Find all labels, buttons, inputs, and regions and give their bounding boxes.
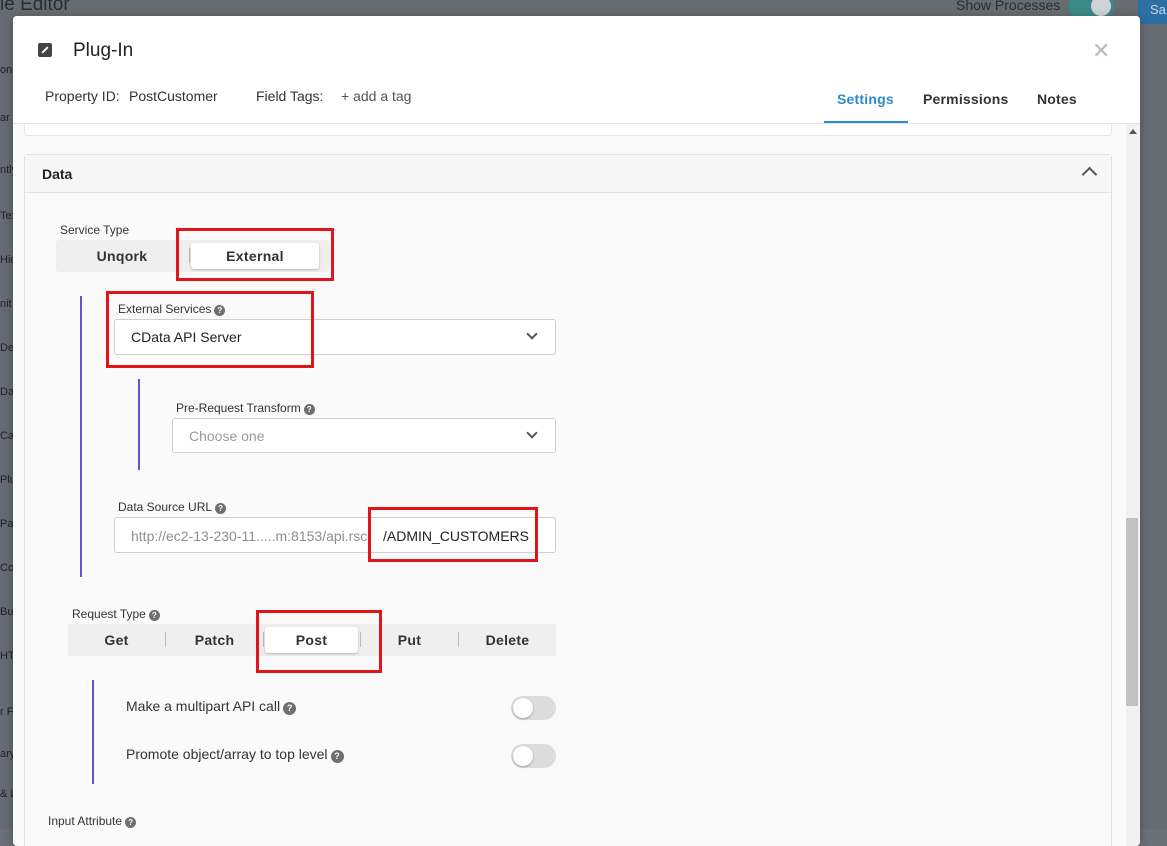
external-link-icon: [38, 43, 52, 57]
segment-divider: [189, 248, 190, 263]
external-services-value: CData API Server: [131, 329, 242, 345]
data-source-url-input[interactable]: http://ec2-13-230-11.....m:8153/api.rsc …: [114, 517, 556, 553]
chevron-down-icon: [526, 328, 538, 340]
indent-line: [80, 296, 82, 577]
modal-header: Plug-In ✕ Property ID: PostCustomer Fiel…: [13, 16, 1140, 124]
background-title: le Editor: [0, 0, 70, 15]
tab-settings[interactable]: Settings: [837, 91, 894, 107]
pre-request-transform-label-text: Pre-Request Transform: [176, 401, 301, 415]
external-services-label: External Services?: [118, 302, 226, 316]
multipart-api-label-text: Make a multipart API call: [126, 698, 281, 714]
scroll-up-arrow-icon[interactable]: [1129, 129, 1137, 134]
promote-object-label-text: Promote object/array to top level: [126, 746, 328, 762]
show-processes-label: Show Processes: [956, 0, 1061, 13]
save-button[interactable]: Sa: [1138, 0, 1167, 24]
previous-section-card: [24, 124, 1112, 136]
service-type-unqork[interactable]: Unqork: [56, 240, 188, 272]
segment-divider: [263, 632, 264, 647]
data-section-header[interactable]: Data: [25, 155, 1111, 193]
property-id-value: PostCustomer: [129, 88, 218, 104]
request-type-toggle: Get Patch Post Put Delete: [68, 624, 556, 656]
sidebar-fragment: nit: [0, 298, 12, 310]
sidebar-fragment: on: [0, 64, 13, 76]
indent-line: [138, 379, 140, 470]
scrollbar[interactable]: [1126, 124, 1140, 846]
multipart-api-label: Make a multipart API call?: [126, 698, 297, 715]
request-type-delete[interactable]: Delete: [459, 624, 556, 656]
tab-permissions[interactable]: Permissions: [923, 91, 1008, 107]
promote-object-toggle[interactable]: [511, 744, 556, 768]
help-icon[interactable]: ?: [303, 404, 315, 415]
field-tags-label: Field Tags:: [256, 88, 324, 104]
request-type-label-text: Request Type: [72, 607, 146, 621]
data-source-url-label-text: Data Source URL: [118, 500, 213, 514]
help-icon[interactable]: ?: [215, 503, 227, 514]
data-source-url-prefix: http://ec2-13-230-11.....m:8153/api.rsc: [131, 528, 368, 544]
help-icon[interactable]: ?: [283, 702, 297, 715]
property-id-label: Property ID:: [45, 88, 120, 104]
help-icon[interactable]: ?: [214, 305, 226, 316]
chevron-up-icon[interactable]: [1081, 166, 1098, 183]
service-type-external[interactable]: External: [191, 243, 319, 269]
scrollbar-thumb[interactable]: [1126, 518, 1138, 706]
help-icon[interactable]: ?: [125, 817, 137, 828]
request-type-label: Request Type?: [72, 607, 160, 621]
service-type-toggle: Unqork External: [56, 240, 330, 272]
pre-request-transform-label: Pre-Request Transform?: [176, 401, 315, 415]
input-attribute-label-text: Input Attribute: [48, 814, 123, 828]
close-icon[interactable]: ✕: [1092, 38, 1110, 64]
sidebar-fragment: ar: [0, 112, 10, 124]
request-type-get[interactable]: Get: [68, 624, 165, 656]
multipart-api-toggle[interactable]: [511, 696, 556, 720]
pre-request-transform-placeholder: Choose one: [189, 428, 265, 444]
promote-object-label: Promote object/array to top level?: [126, 746, 344, 763]
tab-notes[interactable]: Notes: [1037, 91, 1077, 107]
external-services-select[interactable]: CData API Server: [114, 319, 556, 355]
service-type-label: Service Type: [60, 223, 130, 237]
chevron-down-icon: [526, 427, 538, 439]
external-services-label-text: External Services: [118, 302, 212, 316]
data-source-url-suffix: /ADMIN_CUSTOMERS: [383, 528, 529, 544]
request-type-post[interactable]: Post: [265, 627, 358, 653]
add-tag-link[interactable]: + add a tag: [341, 88, 411, 104]
input-attribute-label: Input Attribute?: [48, 814, 137, 828]
request-type-put[interactable]: Put: [361, 624, 458, 656]
data-section-title: Data: [42, 166, 73, 182]
request-type-patch[interactable]: Patch: [166, 624, 263, 656]
help-icon[interactable]: ?: [148, 610, 160, 621]
help-icon[interactable]: ?: [330, 750, 344, 763]
modal-title: Plug-In: [73, 40, 134, 61]
pre-request-transform-select[interactable]: Choose one: [172, 418, 556, 453]
indent-line: [92, 680, 94, 784]
active-tab-indicator: [824, 121, 908, 123]
data-source-url-label: Data Source URL?: [118, 500, 227, 514]
